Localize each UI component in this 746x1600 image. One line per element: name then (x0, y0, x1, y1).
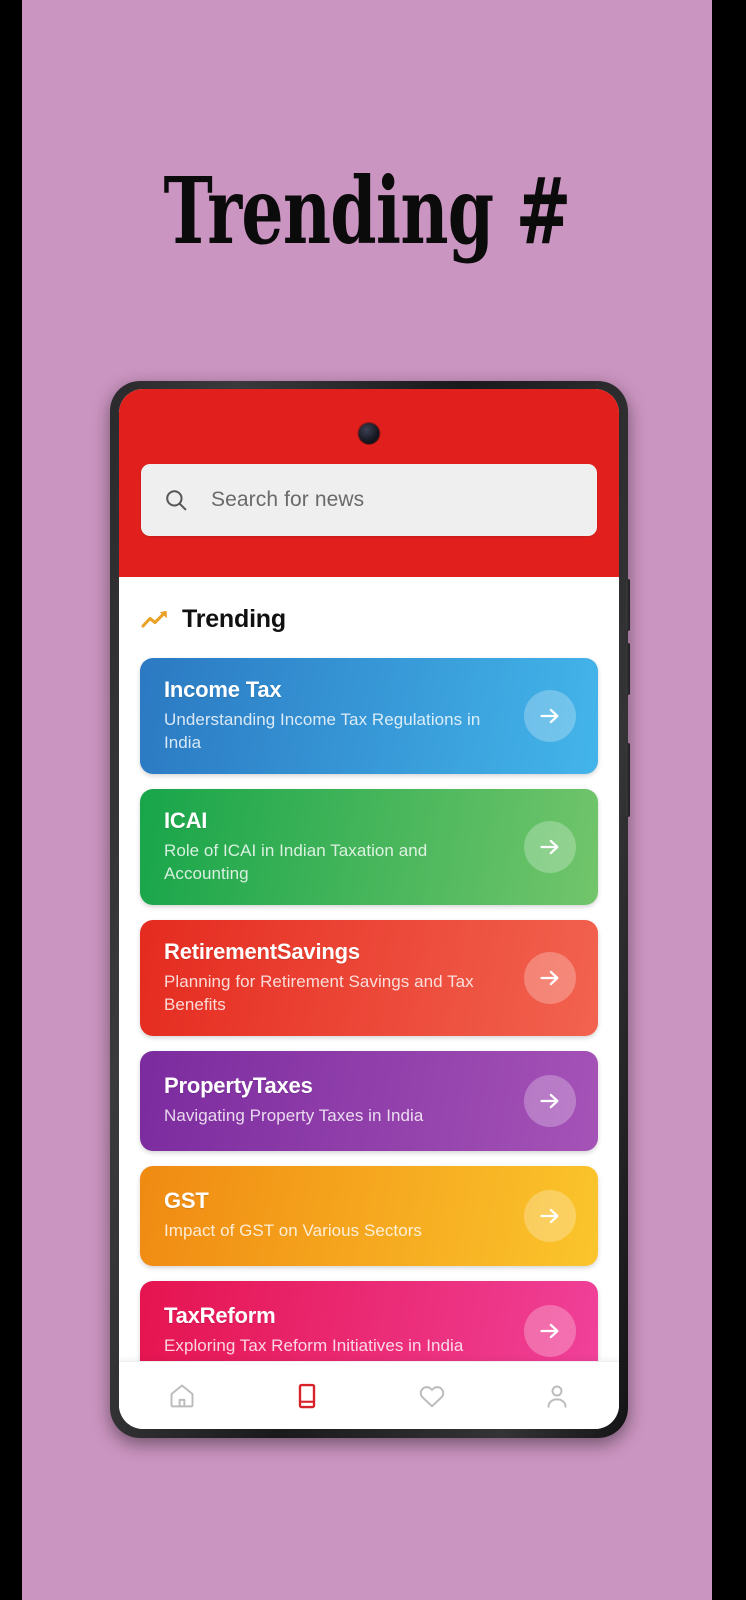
trending-card-subtitle: Navigating Property Taxes in India (164, 1106, 424, 1126)
trending-card-subtitle: Planning for Retirement Savings and Tax … (164, 971, 474, 1015)
trending-card-arrow-button[interactable] (524, 951, 576, 1004)
trending-card-title: Income Tax (164, 677, 282, 702)
trending-card-title: ICAI (164, 807, 208, 833)
nav-item-profile[interactable] (494, 1362, 619, 1429)
phone-power-button[interactable] (626, 743, 630, 817)
arrow-right-icon (540, 1323, 559, 1338)
trending-card[interactable]: PropertyTaxes Navigating Property Taxes i… (140, 1050, 598, 1151)
trending-card-title: RetirementSavings (164, 938, 360, 964)
trending-card-text: GST Impact of GST on Various Sectors (164, 1188, 524, 1242)
trending-card[interactable]: GST Impact of GST on Various Sectors (140, 1165, 598, 1266)
search-icon (166, 490, 187, 511)
trending-card-title: TaxReform (164, 1303, 276, 1329)
trending-card-arrow-button[interactable] (524, 820, 576, 873)
trending-card[interactable]: ICAI Role of ICAI in Indian Taxation and … (140, 788, 598, 905)
nav-item-trending[interactable] (244, 1362, 369, 1429)
home-icon (170, 1384, 193, 1407)
trending-card-text: ICAI Role of ICAI in Indian Taxation and … (164, 808, 524, 886)
page-title: Trending # (163, 157, 571, 265)
trending-card-subtitle: Impact of GST on Various Sectors (164, 1221, 422, 1241)
trending-up-icon (141, 610, 167, 628)
nav-item-favorites[interactable] (369, 1362, 494, 1429)
book-icon (298, 1383, 315, 1408)
trending-card-subtitle: Understanding Income Tax Regulations in … (164, 710, 481, 753)
trending-card-text: RetirementSavings Planning for Retirement… (164, 939, 524, 1017)
trending-card-list: Income Tax Understanding Income Tax Regul… (119, 646, 619, 1381)
arrow-right-icon (540, 839, 559, 855)
arrow-right-icon (540, 1208, 559, 1223)
arrow-right-icon (540, 708, 559, 724)
camera-punch-hole-icon (358, 423, 380, 444)
trending-card-subtitle: Exploring Tax Reform Initiatives in Indi… (164, 1336, 464, 1356)
search-input[interactable]: Search for news (141, 464, 597, 536)
trending-card[interactable]: RetirementSavings Planning for Retirement… (140, 919, 598, 1036)
phone-volume-up-button[interactable] (626, 579, 630, 631)
trending-card-arrow-button[interactable] (524, 1074, 576, 1127)
phone-volume-down-button[interactable] (626, 643, 630, 695)
trending-section-header: Trending (119, 577, 619, 646)
trending-card-text: Income Tax Understanding Income Tax Regul… (164, 677, 524, 755)
person-icon (547, 1385, 566, 1408)
trending-card-title: PropertyTaxes (164, 1073, 313, 1099)
nav-item-home[interactable] (119, 1362, 244, 1429)
phone-screen: Search for news Trending Income Tax Under… (119, 389, 619, 1429)
poster-stage: Trending # Search for news Trending Inco… (0, 0, 746, 1600)
trending-section-title: Trending (182, 605, 286, 633)
app-header: Search for news (119, 389, 619, 577)
arrow-right-icon (540, 1093, 559, 1108)
trending-card-text: PropertyTaxes Navigating Property Taxes i… (164, 1073, 524, 1127)
trending-card-title: GST (164, 1188, 209, 1214)
search-input-placeholder: Search for news (211, 488, 365, 511)
arrow-right-icon (540, 970, 559, 985)
bottom-navigation-bar (119, 1361, 619, 1429)
trending-card-subtitle: Role of ICAI in Indian Taxation and Acco… (164, 840, 428, 884)
trending-card-arrow-button[interactable] (524, 1189, 576, 1242)
heart-icon (419, 1385, 444, 1407)
trending-card-arrow-button[interactable] (524, 689, 576, 742)
trending-card-arrow-button[interactable] (524, 1304, 576, 1357)
trending-card-text: TaxReform Exploring Tax Reform Initiative… (164, 1303, 524, 1357)
poster-canvas: Trending # Search for news Trending Inco… (22, 0, 712, 1600)
phone-mockup: Search for news Trending Income Tax Under… (110, 381, 630, 1438)
trending-card[interactable]: Income Tax Understanding Income Tax Regul… (140, 658, 598, 774)
